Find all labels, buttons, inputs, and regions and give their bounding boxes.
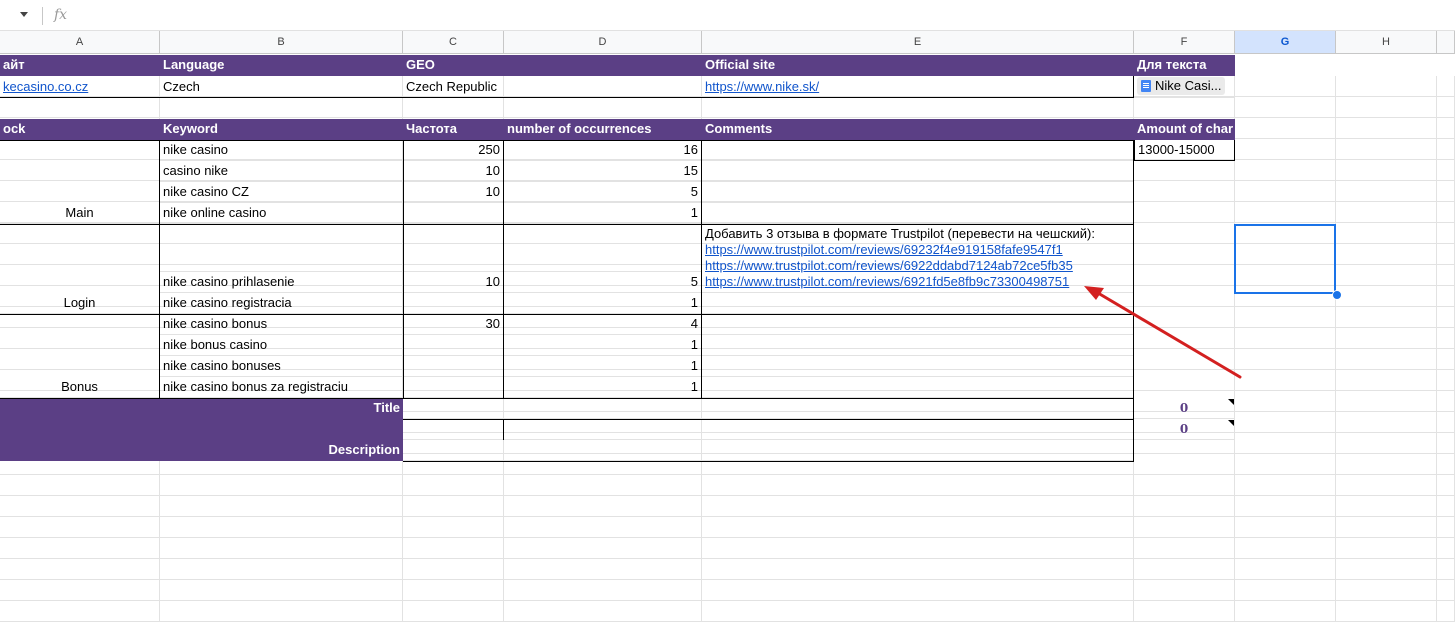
annotation-arrow-icon bbox=[1084, 286, 1242, 379]
